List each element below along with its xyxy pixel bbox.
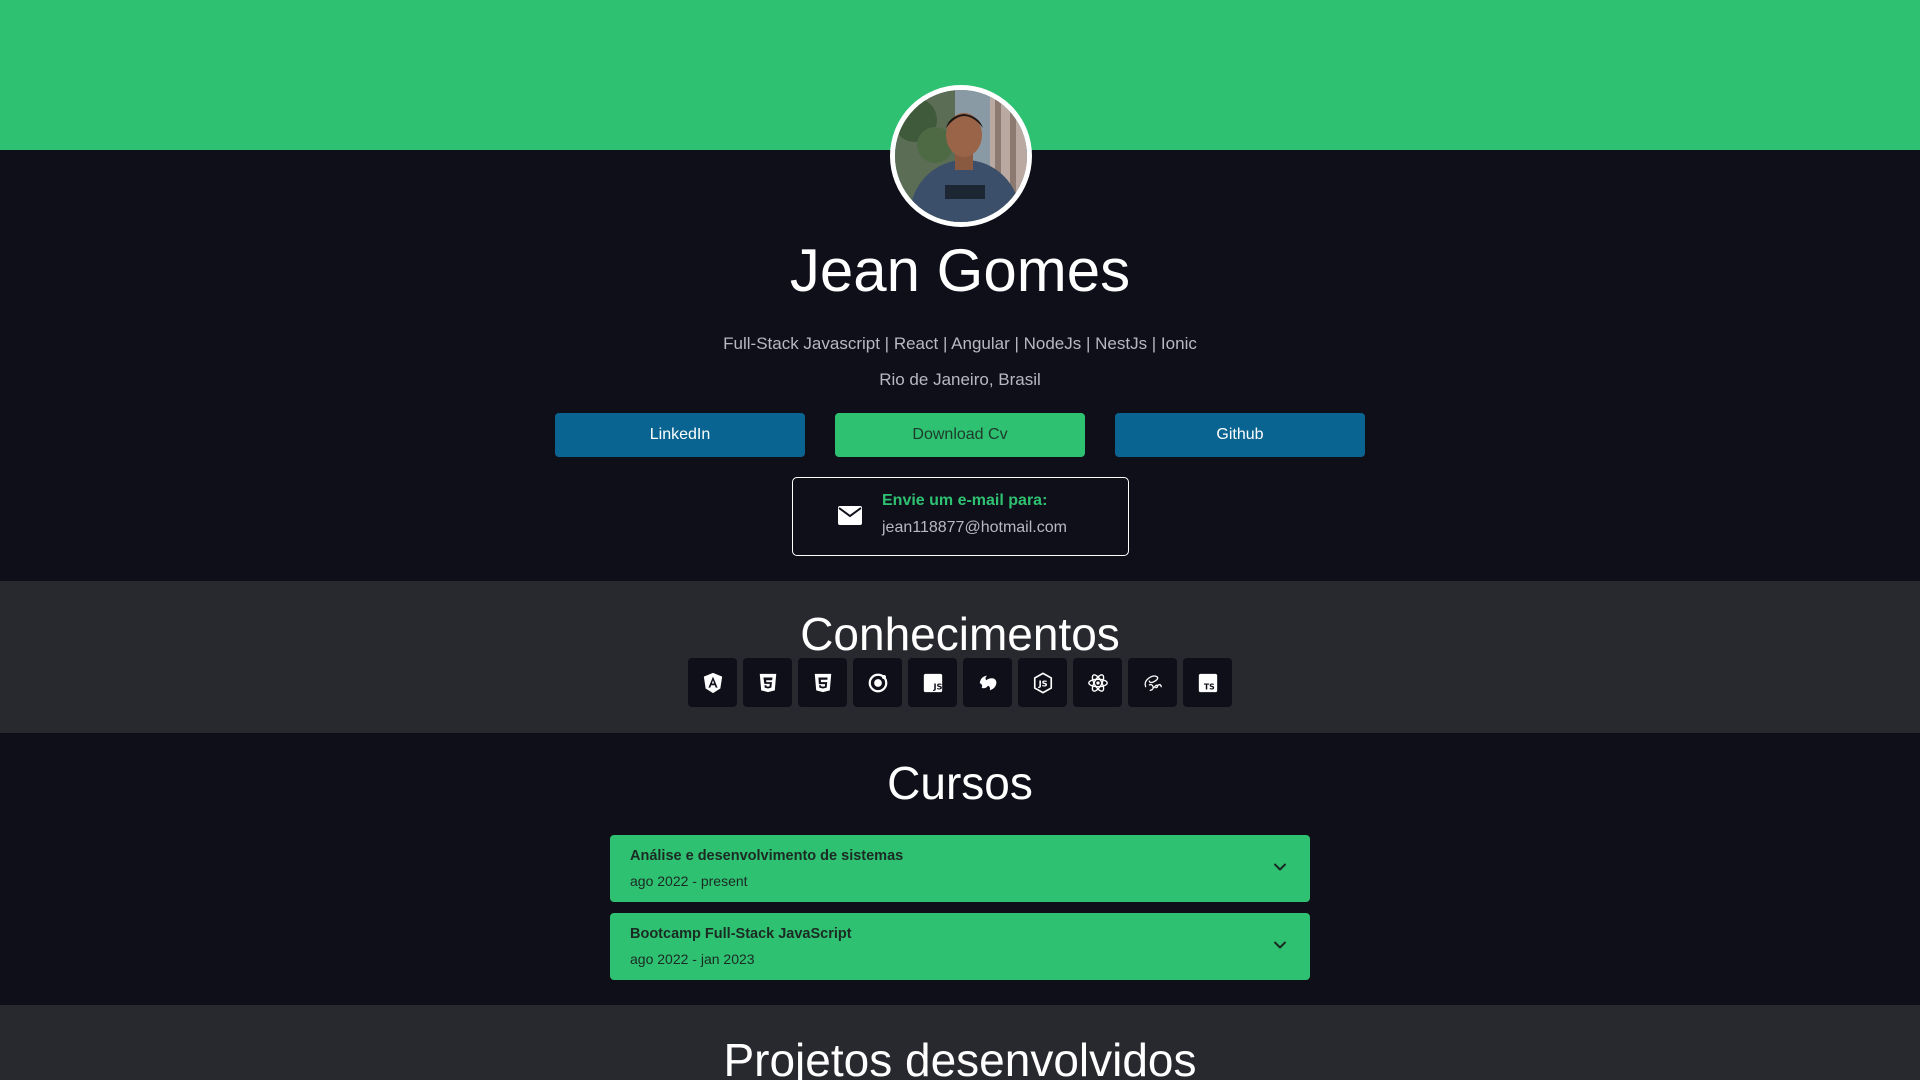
skill-javascript[interactable]: JS: [908, 658, 957, 707]
skill-nodejs[interactable]: JS: [1018, 658, 1067, 707]
course-period: ago 2022 - jan 2023: [630, 951, 755, 967]
email-label: Envie um e-mail para:: [882, 492, 1048, 509]
projects-section: Projetos desenvolvidos: [0, 1005, 1920, 1080]
profile-location: Rio de Janeiro, Brasil: [879, 370, 1041, 389]
courses-title: Cursos: [887, 757, 1033, 809]
skill-html5[interactable]: [798, 658, 847, 707]
svg-text:JS: JS: [1037, 678, 1047, 688]
javascript-icon: JS: [923, 673, 942, 692]
skills-title: Conhecimentos: [800, 608, 1120, 660]
course-item[interactable]: Bootcamp Full-Stack JavaScript ago 2022 …: [610, 913, 1310, 980]
skill-ionic[interactable]: [853, 658, 902, 707]
profile-subtitle: Full-Stack Javascript | React | Angular …: [723, 334, 1197, 353]
skill-nestjs[interactable]: [963, 658, 1012, 707]
skill-css3[interactable]: [743, 658, 792, 707]
avatar: [890, 85, 1032, 227]
nodejs-icon: JS: [1033, 671, 1052, 694]
course-item[interactable]: Análise e desenvolvimento de sistemas ag…: [610, 835, 1310, 902]
portfolio-page: Jean Gomes Full-Stack Javascript | React…: [0, 0, 1920, 1080]
courses-section: Cursos Análise e desenvolvimento de sist…: [0, 733, 1920, 1005]
projects-title: Projetos desenvolvidos: [723, 1034, 1197, 1080]
skills-section: Conhecimentos JS JS TS: [0, 581, 1920, 733]
css3-icon: [759, 673, 776, 692]
email-address[interactable]: jean118877@hotmail.com: [882, 519, 1067, 537]
email-card[interactable]: Envie um e-mail para: jean118877@hotmail…: [792, 477, 1129, 556]
profile-name: Jean Gomes: [789, 237, 1131, 304]
download-cv-button[interactable]: Download Cv: [835, 413, 1085, 457]
skill-typescript[interactable]: TS: [1183, 658, 1232, 707]
sass-icon: [1144, 674, 1162, 691]
skill-sass[interactable]: [1128, 658, 1177, 707]
skill-angular[interactable]: [688, 658, 737, 707]
typescript-icon: TS: [1198, 673, 1217, 692]
angular-icon: [703, 672, 722, 693]
svg-text:JS: JS: [932, 681, 942, 691]
skill-react[interactable]: [1073, 658, 1122, 707]
profile-photo: [895, 90, 1027, 222]
svg-text:TS: TS: [1203, 682, 1214, 691]
skills-list: JS JS TS: [688, 658, 1232, 707]
course-period: ago 2022 - present: [630, 873, 748, 889]
chevron-down-icon[interactable]: [1270, 935, 1290, 955]
react-icon: [1087, 673, 1108, 692]
github-button[interactable]: Github: [1115, 413, 1365, 457]
html5-icon: [814, 673, 831, 692]
nestjs-icon: [979, 675, 996, 690]
course-title: Análise e desenvolvimento de sistemas: [630, 848, 904, 864]
linkedin-button[interactable]: LinkedIn: [555, 413, 805, 457]
course-title: Bootcamp Full-Stack JavaScript: [630, 926, 852, 942]
envelope-icon: [838, 506, 862, 525]
ionic-icon: [868, 673, 887, 692]
chevron-down-icon[interactable]: [1270, 857, 1290, 877]
